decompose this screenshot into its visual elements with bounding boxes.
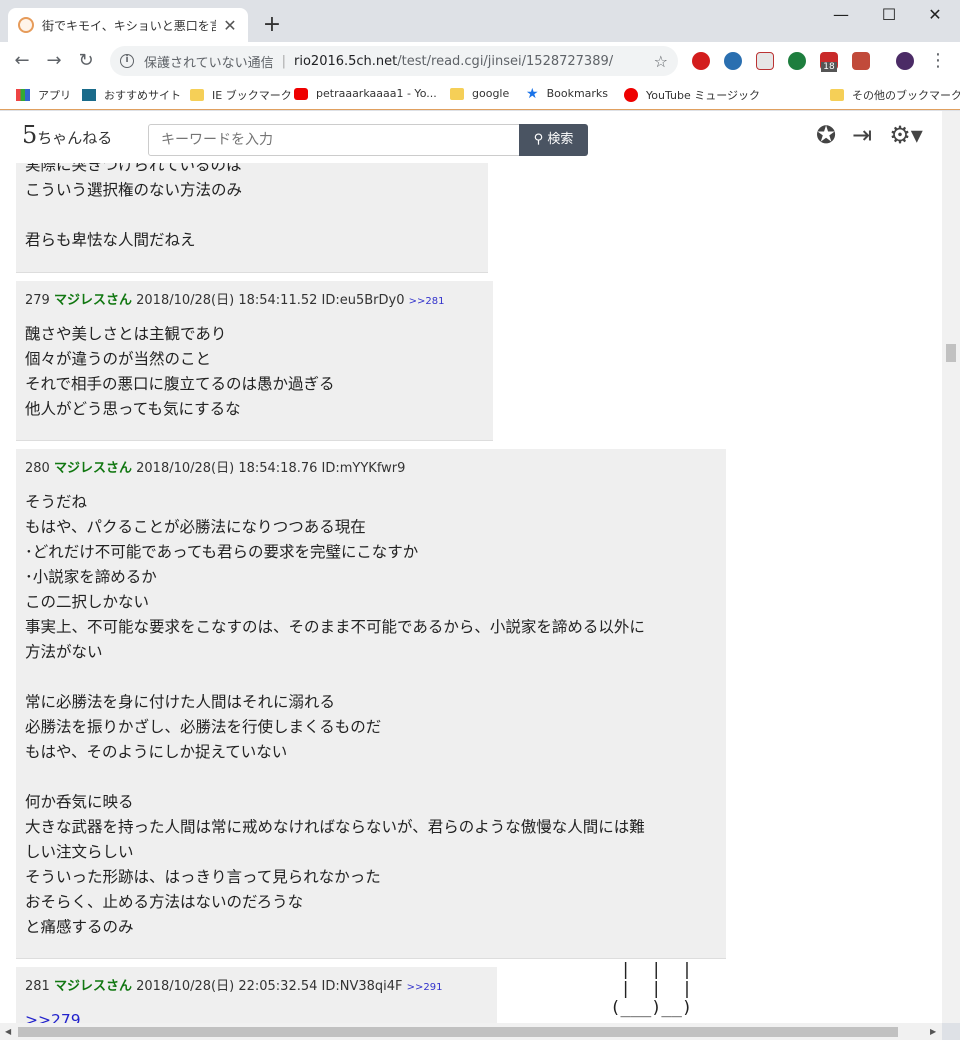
url-host: rio2016.5ch.net [294,53,398,69]
extension-blue-icon[interactable] [724,52,742,70]
award-icon[interactable]: ✪ [812,121,840,149]
post-279: 279 マジレスさん 2018/10/28(日) 18:54:11.52 ID:… [16,281,493,441]
extension-pdf-icon[interactable] [852,52,870,70]
scroll-right-icon[interactable]: ▶ [930,1027,936,1036]
horizontal-scroll-thumb[interactable] [18,1027,898,1037]
security-label: 保護されていない通信 [144,55,274,71]
forward-arrow-icon[interactable]: → [42,49,66,73]
bookmark-ie[interactable]: IE ブックマーク [190,87,292,103]
post-id[interactable]: ID:NV38qi4F [322,979,403,994]
post-meta: 280 マジレスさん 2018/10/28(日) 18:54:18.76 ID:… [25,457,717,476]
post-number[interactable]: 281 [25,979,50,994]
post-281: 281 マジレスさん 2018/10/28(日) 22:05:32.54 ID:… [16,967,497,1023]
ascii-art: | | | | | | (___)__) [610,960,693,1018]
post-date: 2018/10/28(日) 18:54:11.52 [136,293,318,308]
separator: | [281,53,287,69]
extension-recycle-icon[interactable] [788,52,806,70]
logo-number: 5 [22,121,38,149]
post-body: 醜さや美しさとは主観であり 個々が違うのが当然のこと それで相手の悪口に腹立てる… [25,325,335,418]
extension-abp-icon[interactable]: 18 [820,52,838,72]
star-icon: ★ [526,85,539,102]
post-number[interactable]: 280 [25,461,50,476]
bookmark-bookmarks[interactable]: ★ Bookmarks [526,85,609,102]
address-bar[interactable]: i 保護されていない通信 | rio2016.5ch.net/test/read… [110,46,678,76]
close-window-button[interactable]: ✕ [912,0,958,30]
info-icon[interactable]: i [120,54,134,68]
back-arrow-icon[interactable]: ← [10,49,34,73]
post-body: 実際に突きつけられているのは こういう選択権のない方法のみ 君らも卑怯な人間だね… [25,156,243,249]
post-id[interactable]: ID:mYYKfwr9 [322,461,406,476]
folder-icon [830,89,844,101]
bookmark-recommended[interactable]: おすすめサイト [82,87,181,103]
post-body: >>279 [25,1008,488,1023]
site-logo[interactable]: 5ちゃんねる [22,121,112,149]
browser-toolbar: ← → ↻ i 保護されていない通信 | rio2016.5ch.net/tes… [0,42,960,80]
post-number[interactable]: 279 [25,293,50,308]
url-path: /test/read.cgi/jinsei/1528727389/ [397,53,614,69]
folder-icon [190,89,204,101]
extension-shield-icon[interactable] [756,52,774,70]
login-icon[interactable]: ⇥ [848,121,876,149]
browser-tab[interactable]: 街でキモイ、キショいと悪口を言われる ✕ [8,8,248,42]
post-body: そうだね もはや、パクることが必勝法になりつつある現在 ･どれだけ不可能であって… [25,493,645,936]
reload-icon[interactable]: ↻ [74,49,98,73]
bookmark-label: petraaarkaaaa1 - Yo... [316,87,437,100]
site-favicon-icon [18,17,34,33]
site-header: 5ちゃんねる ⚲ 検索 ✪ ⇥ ⚙▾ [0,111,942,163]
post-author: マジレスさん [53,979,132,994]
bookmark-apps[interactable]: アプリ [16,87,71,103]
keyword-search-input[interactable] [148,124,520,156]
post-meta: 279 マジレスさん 2018/10/28(日) 18:54:11.52 ID:… [25,289,484,308]
bookmark-label: その他のブックマーク [852,89,960,102]
bookmarks-bar: アプリ おすすめサイト IE ブックマーク petraaarkaaaa1 - Y… [0,80,960,110]
bookmark-youtube-music[interactable]: YouTube ミュージック [624,87,760,103]
logo-text: ちゃんねる [37,129,113,147]
extension-red-icon[interactable] [692,52,710,70]
page-content: 5ちゃんねる ⚲ 検索 ✪ ⇥ ⚙▾ 実際に突きつけられているのは こういう選択… [0,111,942,1023]
bookmark-youtube-channel[interactable]: petraaarkaaaa1 - Yo... [294,87,437,100]
bookmark-label: Bookmarks [546,87,609,100]
post-author: マジレスさん [53,461,132,476]
search-button[interactable]: ⚲ 検索 [519,124,588,156]
post-date: 2018/10/28(日) 22:05:32.54 [136,979,318,994]
post-date: 2018/10/28(日) 18:54:18.76 [136,461,318,476]
magnifier-icon: ⚲ [533,132,548,147]
menu-dots-icon[interactable]: ⋮ [926,49,950,73]
post-meta: 281 マジレスさん 2018/10/28(日) 22:05:32.54 ID:… [25,975,488,994]
post-id[interactable]: ID:eu5BrDy0 [322,293,405,308]
extension-badge: 18 [821,62,837,72]
reply-link[interactable]: >>281 [409,296,445,307]
anchor-link[interactable]: >>279 [25,1011,81,1023]
horizontal-scrollbar[interactable]: ◀ ▶ [0,1023,942,1040]
bookmark-star-icon[interactable]: ☆ [654,52,668,71]
bookmark-google[interactable]: google [450,87,509,100]
search-button-label: 検索 [547,132,574,147]
settings-gear-icon[interactable]: ⚙▾ [888,121,924,149]
bookmark-label: おすすめサイト [104,89,181,102]
tab-title: 街でキモイ、キショいと悪口を言われる [42,18,216,33]
vertical-scrollbar[interactable] [942,111,960,1023]
post-author: マジレスさん [53,293,132,308]
vertical-scroll-thumb[interactable] [946,344,956,362]
reply-link[interactable]: >>291 [407,982,443,993]
scroll-left-icon[interactable]: ◀ [5,1027,11,1036]
youtube-music-icon [624,88,638,102]
tab-close-icon[interactable]: ✕ [222,16,238,35]
tab-strip: 街でキモイ、キショいと悪口を言われる ✕ + — ☐ ✕ [0,0,960,42]
post-280: 280 マジレスさん 2018/10/28(日) 18:54:18.76 ID:… [16,449,726,959]
minimize-button[interactable]: — [818,0,864,30]
new-tab-button[interactable]: + [260,12,284,37]
bookmark-label: アプリ [38,89,71,102]
bookmark-label: YouTube ミュージック [646,89,761,102]
bookmark-label: google [472,87,510,100]
bookmark-label: IE ブックマーク [212,89,292,102]
apps-grid-icon [16,89,30,101]
folder-icon [450,87,464,100]
bing-icon [82,89,96,101]
maximize-button[interactable]: ☐ [866,0,912,30]
youtube-icon [294,87,308,100]
bookmark-other[interactable]: その他のブックマーク [830,87,960,103]
profile-avatar-icon[interactable] [896,52,914,70]
